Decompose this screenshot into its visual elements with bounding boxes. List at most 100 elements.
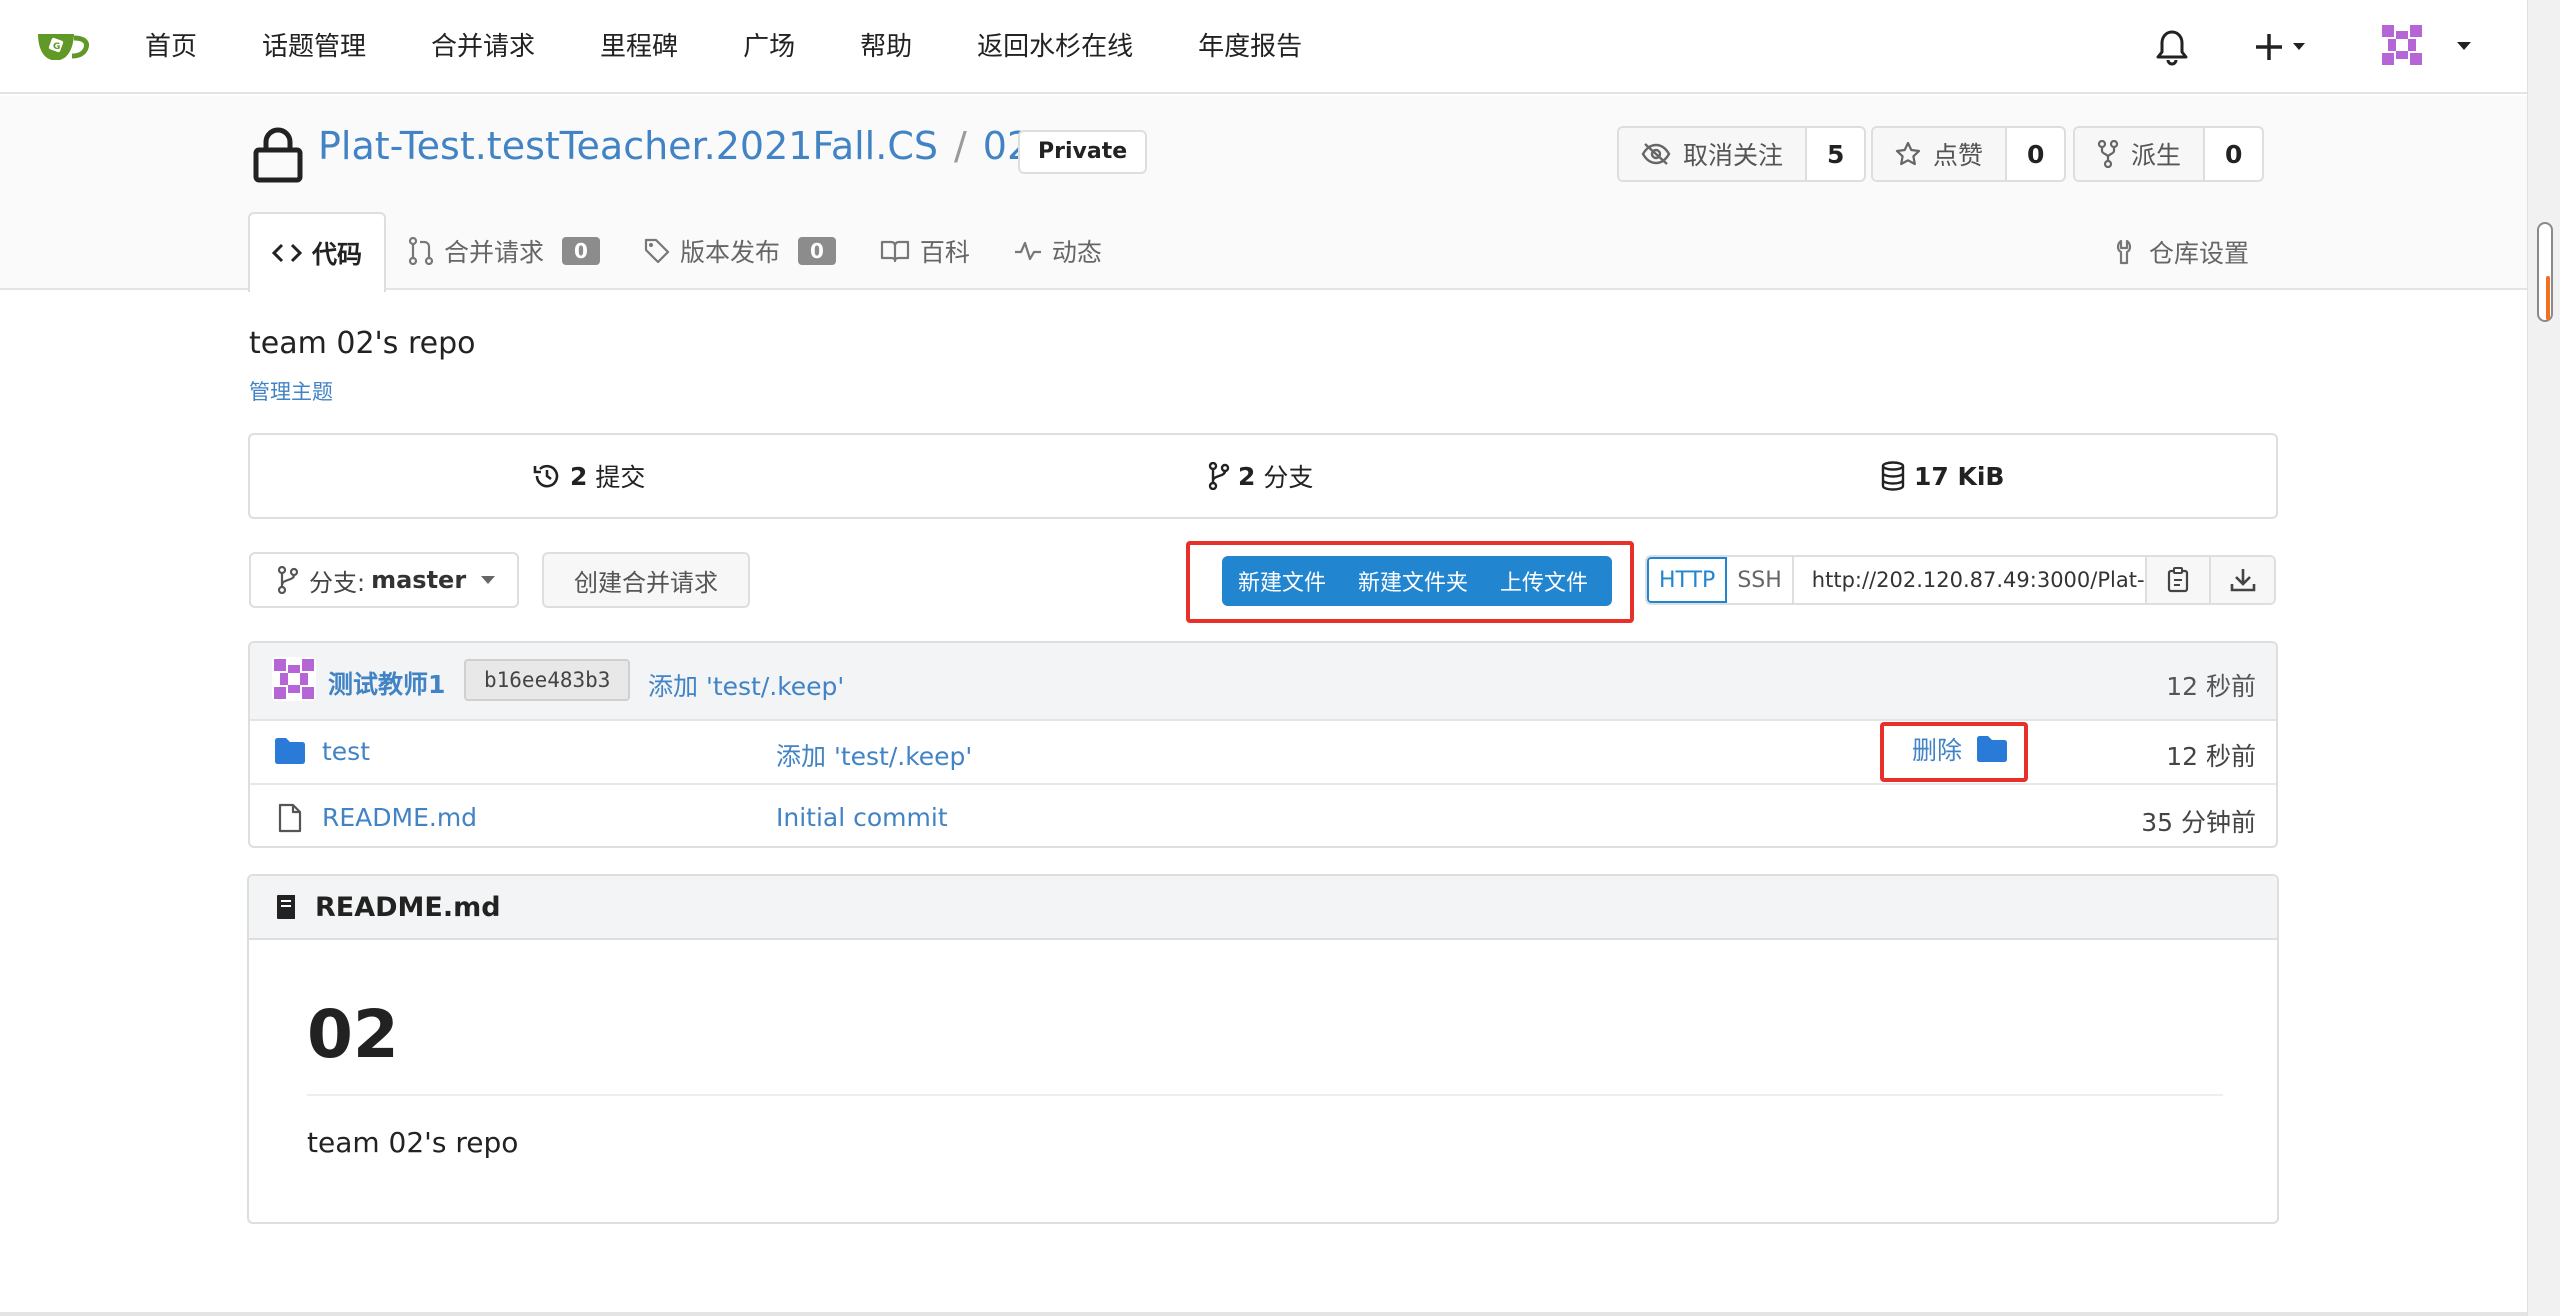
repo-header: Plat-Test.testTeacher.2021Fall.CS/02 Pri… [0,96,2527,292]
tab-activity-label: 动态 [1051,238,1102,267]
nav-back-to-platform[interactable]: 返回水杉在线 [977,0,1133,94]
repo-title: Plat-Test.testTeacher.2021Fall.CS/02 [318,124,1031,168]
top-navbar: G 首页 话题管理 合并请求 里程碑 广场 帮助 返回水杉在线 年度报告 [0,0,2527,94]
star-button-group: 点赞 0 [1871,126,2067,182]
commits-label: 提交 [595,463,646,492]
branch-selector[interactable]: 分支: master [249,552,519,608]
commits-count: 2 [570,461,588,491]
eye-slash-icon [1641,143,1671,165]
nav-annual-report[interactable]: 年度报告 [1198,0,1302,94]
star-button[interactable]: 点赞 [1873,128,2008,180]
lock-icon [253,127,303,183]
branch-icon [1208,462,1230,490]
star-count[interactable]: 0 [2007,128,2064,180]
folder-icon [275,738,305,764]
repo-title-separator: / [953,124,967,168]
file-commit-message-link[interactable]: Initial commit [776,803,948,832]
tag-icon [644,238,670,264]
private-badge: Private [1018,130,1148,174]
repo-stats-bar: 2 提交 2 分支 17 KiB [248,433,2278,519]
commit-author-link[interactable]: 测试教师1 [328,665,445,701]
unwatch-button[interactable]: 取消关注 [1619,128,1808,180]
nav-home[interactable]: 首页 [145,0,197,94]
commits-stat[interactable]: 2 提交 [532,435,645,517]
highlight-box-delete-action [1880,722,2028,782]
chevron-down-icon [481,576,496,584]
latest-commit-row: 测试教师1 b16ee483b3 添加 'test/.keep' 12 秒前 [250,643,2276,721]
gitea-logo-icon[interactable]: G [36,26,90,66]
user-avatar-icon[interactable] [2380,23,2424,67]
ssh-clone-button[interactable]: SSH [1727,557,1791,603]
fork-button[interactable]: 派生 [2075,128,2206,180]
file-name-link[interactable]: test [322,737,370,766]
create-new-dropdown-icon[interactable] [2253,30,2309,64]
nav-explore[interactable]: 广场 [743,0,795,94]
create-pull-request-button[interactable]: 创建合并请求 [542,552,750,608]
tab-pull-requests-label: 合并请求 [444,238,545,267]
star-icon [1895,141,1921,166]
fork-count[interactable]: 0 [2205,128,2262,180]
notification-bell-icon[interactable] [2155,28,2189,66]
database-icon [1881,461,1905,491]
nav-milestones[interactable]: 里程碑 [600,0,678,94]
tab-releases-label: 版本发布 [679,238,780,267]
file-time: 12 秒前 [2166,742,2256,771]
user-menu-caret-icon[interactable] [2456,41,2472,51]
watch-button-group: 取消关注 5 [1617,126,1867,182]
footer-divider [0,1312,2527,1316]
repo-size: 17 KiB [1914,461,2005,491]
clipboard-icon [2167,567,2189,593]
tab-wiki[interactable]: 百科 [858,212,992,290]
page-scrollbar[interactable] [2527,0,2560,1316]
tab-pull-requests[interactable]: 合并请求 0 [386,212,622,290]
watch-count[interactable]: 5 [1807,128,1864,180]
branches-stat[interactable]: 2 分支 [1208,435,1313,517]
tab-activity[interactable]: 动态 [992,212,1124,290]
repo-tabs: 代码 合并请求 0 版本发布 0 百科 动态 [248,212,1124,292]
repo-description: team 02's repo [249,326,476,361]
manage-topics-link[interactable]: 管理主题 [249,376,333,406]
fork-button-group: 派生 0 [2073,126,2265,182]
pull-request-icon [408,237,434,265]
repo-owner-link[interactable]: Plat-Test.testTeacher.2021Fall.CS [318,124,938,168]
file-time: 35 分钟前 [2141,808,2256,837]
nav-pull-requests[interactable]: 合并请求 [431,0,535,94]
history-icon [533,464,559,488]
nav-help[interactable]: 帮助 [860,0,912,94]
wrench-icon [2116,239,2132,265]
commit-sha-button[interactable]: b16ee483b3 [464,659,631,701]
readme-divider [307,1094,2223,1096]
http-clone-button[interactable]: HTTP [1647,557,1728,603]
readme-heading: 02 [307,996,399,1073]
author-avatar-icon[interactable] [272,657,316,701]
tab-releases[interactable]: 版本发布 0 [622,212,858,290]
commit-time: 12 秒前 [2166,672,2256,701]
svg-text:G: G [53,42,60,52]
branch-name: master [371,566,467,594]
tab-repo-settings[interactable]: 仓库设置 [2115,234,2249,270]
unwatch-label: 取消关注 [1683,141,1784,170]
fork-icon [2097,140,2119,168]
download-button[interactable] [2209,557,2274,603]
size-stat: 17 KiB [1880,435,2013,517]
highlight-box-file-actions [1186,541,1634,623]
readme-header: README.md [249,876,2277,940]
file-icon [278,803,302,833]
main-nav: 首页 话题管理 合并请求 里程碑 广场 帮助 返回水杉在线 年度报告 [145,0,1367,94]
book-icon [880,240,909,263]
branch-icon [277,566,299,594]
copy-url-button[interactable] [2144,557,2210,603]
branches-count: 2 [1238,461,1256,491]
nav-topic-management[interactable]: 话题管理 [262,0,366,94]
branch-prefix: 分支: [309,568,366,597]
tab-repo-settings-label: 仓库设置 [2149,239,2250,268]
file-commit-message-link[interactable]: 添加 'test/.keep' [776,737,972,773]
clone-url-field[interactable]: http://202.120.87.49:3000/Plat- [1791,557,2145,603]
commit-message-link[interactable]: 添加 'test/.keep' [648,667,844,703]
tab-code[interactable]: 代码 [248,212,387,292]
viewport: G 首页 话题管理 合并请求 里程碑 广场 帮助 返回水杉在线 年度报告 Pla… [0,0,2527,1316]
file-row: README.md Initial commit 35 分钟前 [250,787,2276,846]
file-name-link[interactable]: README.md [322,803,477,832]
scrollbar-thumb[interactable] [2537,222,2553,322]
code-icon [272,243,302,263]
